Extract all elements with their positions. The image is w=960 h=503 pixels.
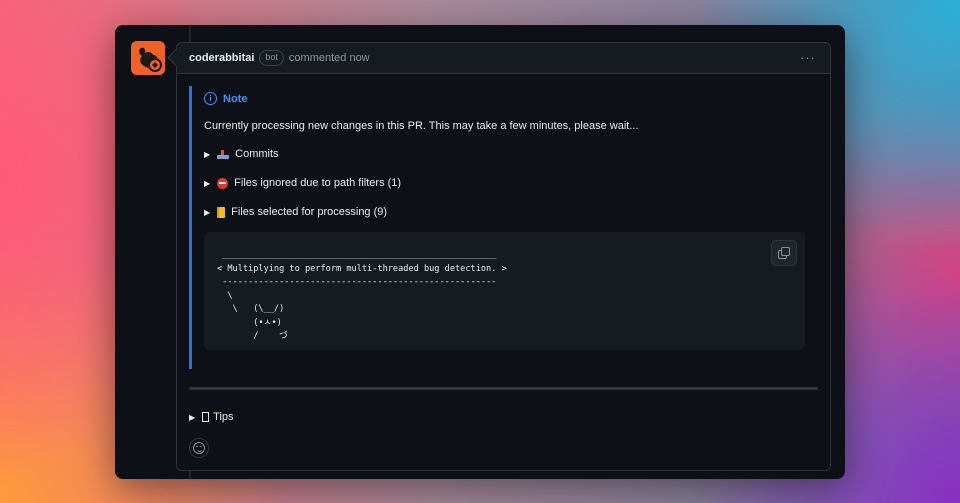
comment-author[interactable]: coderabbitai — [189, 52, 254, 64]
coderabbit-avatar[interactable] — [131, 41, 165, 75]
note-title: i Note — [204, 92, 247, 105]
note-text: Currently processing new changes in this… — [204, 120, 639, 132]
comment-header: coderabbitai bot commented now ··· — [177, 43, 830, 74]
triangle-right-icon: ▶ — [189, 412, 196, 422]
smiley-icon — [193, 442, 205, 454]
triangle-right-icon: ▶ — [204, 178, 211, 188]
ledger-icon — [217, 206, 226, 218]
bot-badge: bot — [259, 50, 284, 66]
copy-button[interactable] — [771, 240, 797, 266]
comment-card: coderabbitai bot commented now ··· i Not… — [176, 42, 831, 471]
details-tips[interactable]: ▶ Tips — [189, 411, 234, 423]
details-selected-label: Files selected for processing (9) — [231, 206, 388, 218]
divider — [189, 387, 818, 390]
info-icon: i — [204, 92, 217, 105]
rabbit-logo-icon — [131, 41, 165, 75]
add-reaction-button[interactable] — [189, 438, 209, 458]
kebab-horizontal-icon[interactable]: ··· — [800, 50, 816, 65]
comment-timestamp[interactable]: commented now — [289, 52, 370, 64]
commit-emoji-icon — [217, 149, 230, 159]
details-ignored-label: Files ignored due to path filters (1) — [234, 177, 402, 189]
details-commits-label: Commits — [235, 148, 279, 160]
no-entry-icon — [217, 177, 229, 189]
app-window: coderabbitai bot commented now ··· i Not… — [115, 25, 845, 479]
note-title-label: Note — [223, 92, 248, 105]
details-selected-files[interactable]: ▶ Files selected for processing (9) — [204, 206, 387, 218]
note-callout: i Note Currently processing new changes … — [189, 86, 807, 369]
ascii-art[interactable]: ________________________________________… — [217, 249, 507, 344]
triangle-right-icon: ▶ — [204, 207, 211, 217]
code-block: ________________________________________… — [204, 232, 805, 350]
triangle-right-icon: ▶ — [204, 149, 211, 159]
tips-label: Tips — [213, 411, 234, 423]
details-commits[interactable]: ▶ Commits — [204, 148, 279, 160]
details-ignored-files[interactable]: ▶ Files ignored due to path filters (1) — [204, 177, 401, 189]
copy-icon — [778, 247, 790, 259]
missing-glyph-icon — [202, 412, 210, 422]
